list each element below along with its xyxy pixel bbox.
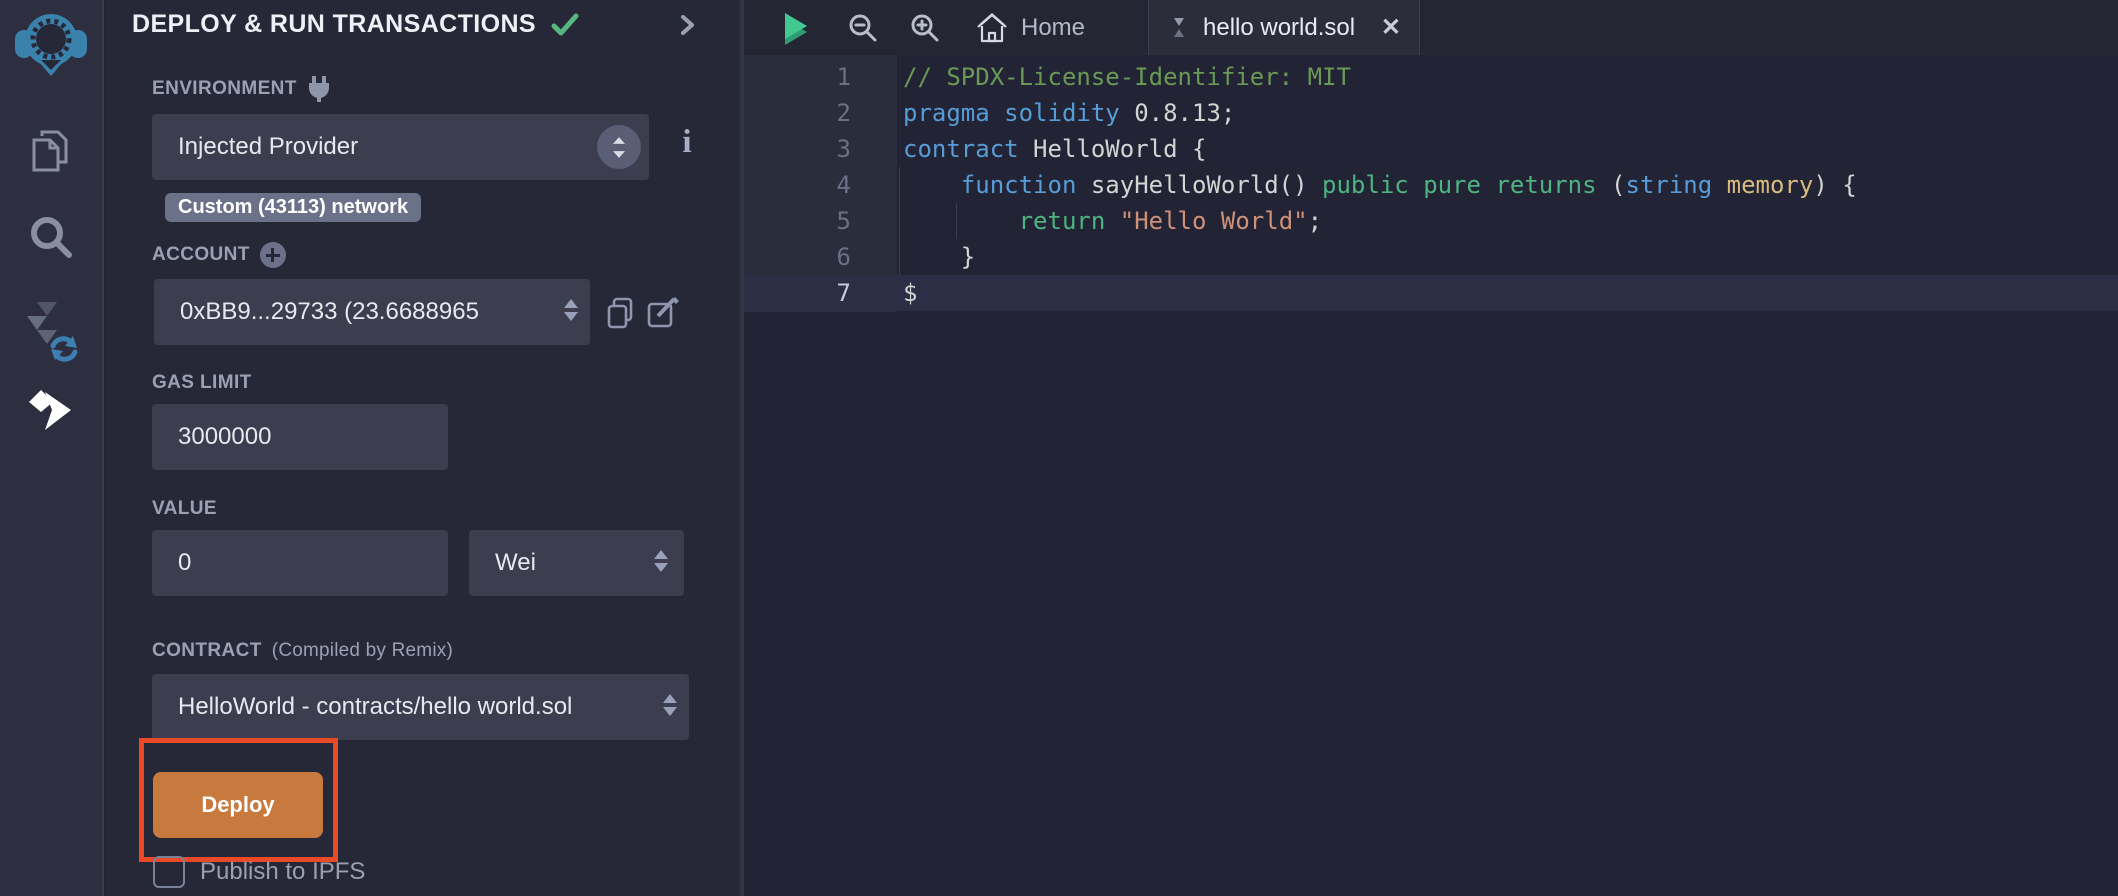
add-account-icon[interactable] xyxy=(260,242,286,268)
value-label: VALUE xyxy=(152,498,217,520)
line-number[interactable]: 1 xyxy=(744,63,851,91)
contract-label: CONTRACT xyxy=(152,640,262,662)
contract-select-stepper xyxy=(663,694,677,716)
contract-sublabel: (Compiled by Remix) xyxy=(272,640,453,662)
play-icon xyxy=(777,9,815,47)
plug-icon xyxy=(307,76,331,102)
sidebar-item-file-explorer[interactable] xyxy=(0,126,102,176)
page-title: DEPLOY & RUN TRANSACTIONS xyxy=(132,10,536,39)
zoom-out-button[interactable] xyxy=(847,0,879,55)
line-content: } xyxy=(851,243,975,271)
line-content: // SPDX-License-Identifier: MIT xyxy=(851,63,1351,91)
code-line-7[interactable]: 7$ xyxy=(744,275,2118,311)
network-badge: Custom (43113) network xyxy=(165,193,421,222)
code-line-5[interactable]: 5 return "Hello World"; xyxy=(744,203,2118,239)
compiled-check-icon xyxy=(550,11,580,39)
code-editor-region: Home hello world.sol ✕ 1// SPDX-License-… xyxy=(740,0,2118,896)
account-value: 0xBB9...29733 (23.6688965 xyxy=(180,298,479,326)
copy-icon xyxy=(604,296,636,330)
deploy-run-icon xyxy=(25,386,77,434)
value-unit-stepper xyxy=(654,550,668,572)
account-label-row: ACCOUNT xyxy=(152,242,286,268)
code-line-1[interactable]: 1// SPDX-License-Identifier: MIT xyxy=(744,59,2118,95)
gas-limit-value: 3000000 xyxy=(178,423,271,451)
run-script-button[interactable] xyxy=(777,0,815,55)
gas-limit-input[interactable]: 3000000 xyxy=(152,404,448,470)
line-number[interactable]: 6 xyxy=(744,243,851,271)
indent-guide xyxy=(956,203,957,239)
zoom-out-icon xyxy=(847,12,879,44)
line-number[interactable]: 5 xyxy=(744,207,851,235)
deploy-button[interactable]: Deploy xyxy=(153,772,323,838)
value-label-row: VALUE xyxy=(152,498,217,520)
line-content: return "Hello World"; xyxy=(851,207,1322,235)
file-explorer-icon xyxy=(26,126,76,176)
gas-limit-label: GAS LIMIT xyxy=(152,372,252,394)
code-line-4[interactable]: 4 function sayHelloWorld() public pure r… xyxy=(744,167,2118,203)
remix-logo-icon xyxy=(14,8,88,80)
contract-label-row: CONTRACT (Compiled by Remix) xyxy=(152,640,453,662)
line-number[interactable]: 4 xyxy=(744,171,851,199)
sidebar-item-search[interactable] xyxy=(0,212,102,262)
line-content: function sayHelloWorld() public pure ret… xyxy=(851,171,1857,199)
edit-account-button[interactable] xyxy=(646,296,680,330)
value-unit: Wei xyxy=(495,549,536,577)
indent-guide xyxy=(899,167,900,275)
sidebar-item-deploy-run[interactable] xyxy=(0,386,102,434)
account-label: ACCOUNT xyxy=(152,244,250,266)
value-unit-select[interactable]: Wei xyxy=(469,530,684,596)
line-content: pragma solidity 0.8.13; xyxy=(851,99,1235,127)
search-icon xyxy=(26,212,76,262)
zoom-in-button[interactable] xyxy=(909,0,941,55)
icon-sidebar xyxy=(0,0,104,896)
solidity-compiler-icon xyxy=(19,300,83,362)
zoom-in-icon xyxy=(909,12,941,44)
code-lines: 1// SPDX-License-Identifier: MIT2pragma … xyxy=(744,59,2118,311)
panel-title-row: DEPLOY & RUN TRANSACTIONS xyxy=(132,10,580,39)
panel-collapse-chevron[interactable] xyxy=(678,12,698,38)
publish-ipfs-label: Publish to IPFS xyxy=(200,858,365,886)
environment-label: ENVIRONMENT xyxy=(152,78,297,100)
line-content: contract HelloWorld { xyxy=(851,135,1206,163)
environment-value: Injected Provider xyxy=(178,133,358,161)
home-icon xyxy=(975,12,1009,44)
remix-ide-window: DEPLOY & RUN TRANSACTIONS ENVIRONMENT In… xyxy=(0,0,2118,896)
gas-limit-label-row: GAS LIMIT xyxy=(152,372,252,394)
code-line-3[interactable]: 3contract HelloWorld { xyxy=(744,131,2118,167)
value-amount: 0 xyxy=(178,549,191,577)
close-tab-icon[interactable]: ✕ xyxy=(1381,13,1401,42)
line-number[interactable]: 7 xyxy=(744,279,851,307)
value-input[interactable]: 0 xyxy=(152,530,448,596)
tab-home[interactable]: Home xyxy=(965,0,1095,55)
code-line-2[interactable]: 2pragma solidity 0.8.13; xyxy=(744,95,2118,131)
edit-icon xyxy=(646,296,680,330)
solidity-file-icon xyxy=(1167,16,1191,40)
environment-label-row: ENVIRONMENT xyxy=(152,76,331,102)
chevron-right-icon xyxy=(678,12,698,38)
contract-value: HelloWorld - contracts/hello world.sol xyxy=(178,693,572,721)
code-line-6[interactable]: 6 } xyxy=(744,239,2118,275)
copy-account-button[interactable] xyxy=(604,296,636,330)
tab-file-label: hello world.sol xyxy=(1203,14,1355,42)
tab-hello-world-sol[interactable]: hello world.sol ✕ xyxy=(1148,0,1420,55)
environment-info-icon[interactable]: i xyxy=(672,124,702,161)
contract-select[interactable]: HelloWorld - contracts/hello world.sol xyxy=(152,674,689,740)
publish-ipfs-checkbox[interactable] xyxy=(153,856,185,888)
editor-tab-bar: Home hello world.sol ✕ xyxy=(744,0,2118,55)
sidebar-item-solidity-compiler[interactable] xyxy=(0,300,102,362)
tab-home-label: Home xyxy=(1021,14,1085,42)
environment-select[interactable]: Injected Provider xyxy=(152,114,649,180)
environment-select-stepper xyxy=(597,125,641,169)
line-number[interactable]: 3 xyxy=(744,135,851,163)
account-select[interactable]: 0xBB9...29733 (23.6688965 xyxy=(154,279,590,345)
remix-logo[interactable] xyxy=(0,8,102,80)
line-number[interactable]: 2 xyxy=(744,99,851,127)
deploy-run-panel: DEPLOY & RUN TRANSACTIONS ENVIRONMENT In… xyxy=(106,0,740,896)
line-content: $ xyxy=(851,279,917,307)
account-select-stepper xyxy=(564,299,578,321)
